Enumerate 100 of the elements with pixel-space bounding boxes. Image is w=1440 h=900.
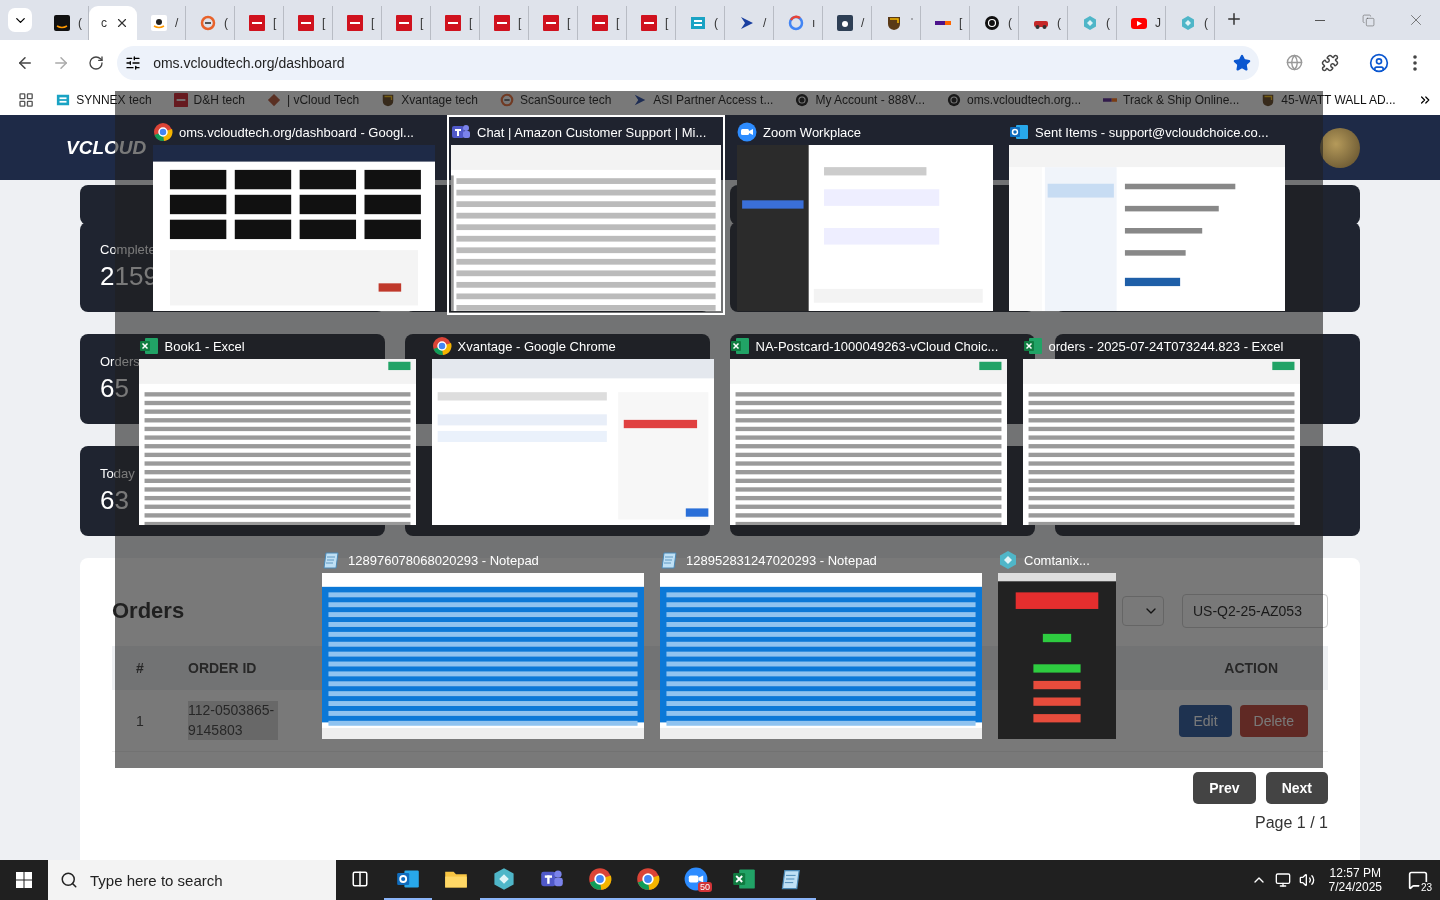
sliders-icon[interactable]	[125, 54, 142, 71]
stat-label: Today	[100, 466, 136, 481]
spreadsheet-icon	[1022, 336, 1043, 356]
switcher-window[interactable]: Xvantage - Google Chrome	[427, 329, 718, 529]
tile-icon	[54, 15, 70, 31]
plus-icon	[1225, 10, 1243, 28]
knot-icon	[795, 93, 810, 107]
hexagon-icon	[492, 867, 516, 891]
window-title: Comtanix...	[1024, 552, 1090, 568]
chrome-icon	[153, 122, 173, 142]
knot-icon	[947, 93, 961, 107]
knot-icon	[984, 15, 1000, 31]
bookmark-link[interactable]: My Account - 888V...	[795, 93, 925, 107]
prev-button[interactable]: Prev	[1193, 772, 1256, 804]
diamond-icon	[266, 93, 281, 107]
tile-icon	[592, 15, 608, 31]
bookmark-link[interactable]: oms.vcloudtech.org...	[947, 93, 1082, 107]
camera-icon	[684, 867, 708, 891]
restore-icon	[1361, 13, 1375, 27]
switcher-window[interactable]: Chat | Amazon Customer Support | Mi...	[447, 115, 725, 315]
hexagon-icon	[1180, 15, 1196, 31]
volume-icon[interactable]	[1298, 872, 1315, 888]
window-title: Chat | Amazon Customer Support | Mi...	[477, 124, 707, 140]
profile-icon	[1369, 52, 1390, 73]
search-field[interactable]: US-Q2-25-AZ053	[1182, 594, 1328, 628]
tile-icon	[396, 15, 412, 31]
column-header: #	[136, 660, 145, 676]
table-cell-text: 1	[136, 712, 145, 729]
spreadsheet-icon	[729, 336, 750, 356]
ring-icon	[788, 15, 804, 31]
minimize-icon	[1315, 19, 1325, 21]
bookmark-link[interactable]: ScanSource tech	[499, 93, 612, 107]
stat-label: Complete	[100, 242, 157, 257]
switcher-window[interactable]: orders - 2025-07-24T073244.823 - Excel	[1018, 329, 1304, 529]
stat-label: Orders	[100, 354, 141, 369]
windows-icon	[16, 872, 32, 888]
close-icon[interactable]	[115, 16, 129, 30]
chevron-icon	[739, 15, 755, 31]
bookmark-link[interactable]: D&H tech	[173, 93, 245, 107]
tile-icon	[56, 93, 71, 107]
tile-icon	[690, 15, 706, 31]
tile-icon	[249, 15, 265, 31]
swirl-icon	[499, 93, 514, 107]
window-title: 128976078068020293 - Notepad	[348, 552, 539, 568]
tile-icon	[445, 15, 461, 31]
switcher-window[interactable]: NA-Postcard-1000049263-vCloud Choic...	[725, 329, 1011, 529]
address-bar[interactable]: oms.vcloudtech.org/dashboard	[117, 45, 1260, 80]
notification-count: 23	[1418, 882, 1434, 893]
tile-icon	[641, 15, 657, 31]
stat-value: 63	[100, 485, 130, 516]
window-title: Sent Items - support@vcloudchoice.co...	[1035, 124, 1269, 140]
network-icon[interactable]	[1274, 872, 1291, 888]
tab-search-button[interactable]	[8, 8, 32, 32]
window-title: Xvantage - Google Chrome	[457, 338, 616, 354]
bookmark-link[interactable]: Track & Ship Online...	[1103, 93, 1240, 107]
clock-date: 7/24/2025	[1328, 880, 1382, 894]
apps-icon[interactable]	[18, 91, 35, 109]
next-button[interactable]: Next	[1265, 772, 1328, 804]
switcher-window[interactable]: Sent Items - support@vcloudchoice.co...	[1005, 115, 1289, 315]
window-title: 128952831247020293 - Notepad	[686, 552, 877, 568]
star-icon[interactable]	[1233, 53, 1252, 72]
task-view-icon	[351, 870, 369, 888]
window-title: orders - 2025-07-24T073244.823 - Excel	[1048, 338, 1284, 354]
switcher-window[interactable]: Zoom Workplace	[733, 115, 997, 315]
puzzle-icon	[1320, 53, 1339, 72]
shield-icon	[381, 93, 396, 107]
taskbar-search-field[interactable]: Type here to search	[48, 860, 336, 900]
site-logo: VCLOUD	[66, 136, 147, 159]
swirl-icon	[200, 15, 216, 31]
spreadsheet-icon	[138, 336, 159, 356]
switcher-window[interactable]: Comtanix...	[994, 543, 1120, 743]
tile-icon	[837, 15, 853, 31]
globe-icon	[1285, 54, 1303, 71]
menu-icon	[1413, 54, 1418, 71]
search-icon	[60, 871, 78, 889]
window-title: NA-Postcard-1000049263-vCloud Choic...	[755, 338, 999, 354]
bookmark-link[interactable]: ASI Partner Access t...	[633, 93, 774, 107]
spreadsheet-icon	[732, 867, 756, 891]
switcher-window[interactable]: 128976078068020293 - Notepad	[318, 543, 648, 743]
switcher-window[interactable]: 128952831247020293 - Notepad	[656, 543, 986, 743]
notepad-icon	[322, 550, 342, 570]
play-icon	[1131, 15, 1147, 31]
bookmark-link[interactable]: Xvantage tech	[381, 93, 478, 107]
window-title: Zoom Workplace	[763, 124, 861, 140]
search-placeholder: Type here to search	[90, 871, 223, 889]
window-title: oms.vcloudtech.org/dashboard - Googl...	[179, 124, 414, 140]
tile-icon	[494, 15, 510, 31]
browser-tab[interactable]: c	[89, 6, 137, 40]
hexagon-icon	[1082, 15, 1098, 31]
tile-icon	[347, 15, 363, 31]
clock[interactable]: 12:57 PM 7/24/2025	[1322, 866, 1388, 894]
notifications-button[interactable]: 23	[1396, 860, 1440, 900]
bookmark-link[interactable]: | vCloud Tech	[266, 93, 360, 107]
envelope-icon	[1009, 122, 1029, 142]
page-info: Page 1 / 1	[1255, 814, 1328, 832]
tile-icon	[543, 15, 559, 31]
taskbar-app[interactable]: 50	[672, 860, 720, 900]
tile-icon	[298, 15, 314, 31]
tile-icon	[151, 15, 167, 31]
notepad-icon	[660, 550, 680, 570]
